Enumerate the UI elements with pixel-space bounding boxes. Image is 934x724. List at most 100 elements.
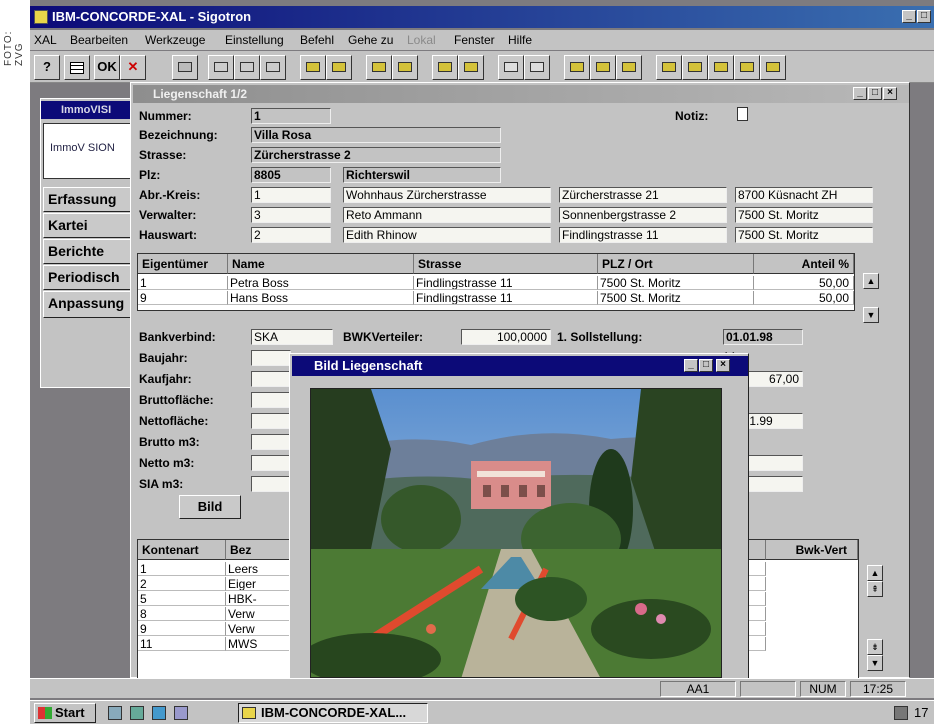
popup-close-button[interactable]: × <box>716 359 730 372</box>
field-verwalter[interactable]: 3 <box>251 207 331 223</box>
field-baujahr[interactable] <box>251 350 291 366</box>
owners-cell[interactable]: Petra Boss <box>228 276 414 290</box>
owners-cell[interactable]: Hans Boss <box>228 291 414 305</box>
field-sollstellung[interactable]: 01.01.98 <box>723 329 803 345</box>
search-icon[interactable] <box>682 55 708 80</box>
tab-anpassung[interactable]: Anpassung <box>43 291 139 318</box>
konten-header-kontenart[interactable]: Kontenart <box>138 540 226 560</box>
cut-icon[interactable] <box>208 55 234 80</box>
duplicate-record-icon[interactable] <box>616 55 642 80</box>
field-bruttoflaeche[interactable] <box>251 392 291 408</box>
owners-cell[interactable]: 7500 St. Moritz <box>598 291 754 305</box>
owners-header-anteil[interactable]: Anteil % <box>754 254 854 274</box>
field-hauswart[interactable]: 2 <box>251 227 331 243</box>
menu-gehe-zu[interactable]: Gehe zu <box>348 30 393 50</box>
field-nettoflaeche[interactable] <box>251 413 291 429</box>
previous-record-icon[interactable] <box>326 55 352 80</box>
first-record-icon[interactable] <box>300 55 326 80</box>
quicklaunch-icon[interactable] <box>152 706 166 720</box>
insert-row-icon[interactable] <box>498 55 524 80</box>
konten-cell[interactable]: 1 <box>138 562 226 576</box>
owners-header-eigentuemer[interactable]: Eigentümer <box>138 254 228 274</box>
konten-cell[interactable]: 9 <box>138 622 226 636</box>
field-hauswart-ort[interactable]: 7500 St. Moritz <box>735 227 873 243</box>
menu-einstellung[interactable]: Einstellung <box>225 30 284 50</box>
field-nummer[interactable]: 1 <box>251 108 331 124</box>
ok-button[interactable]: OK <box>94 55 120 80</box>
field-verwalter-name[interactable]: Reto Ammann <box>343 207 551 223</box>
delete-record-icon[interactable] <box>590 55 616 80</box>
field-kaufjahr[interactable] <box>251 371 291 387</box>
quicklaunch-icon[interactable] <box>108 706 122 720</box>
owners-cell[interactable]: 50,00 <box>754 291 854 305</box>
field-ort[interactable]: Richterswil <box>343 167 501 183</box>
undo-icon[interactable] <box>172 55 198 80</box>
next-record-icon[interactable] <box>366 55 392 80</box>
owners-cell[interactable]: 1 <box>138 276 228 290</box>
minimize-button[interactable]: _ <box>902 10 916 23</box>
form-maximize-button[interactable]: □ <box>868 87 882 100</box>
menu-bearbeiten[interactable]: Bearbeiten <box>70 30 128 50</box>
owners-cell[interactable]: Findlingstrasse 11 <box>414 291 598 305</box>
form-close-button[interactable]: × <box>883 87 897 100</box>
field-plz[interactable]: 8805 <box>251 167 331 183</box>
field-abr-name[interactable]: Wohnhaus Zürcherstrasse <box>343 187 551 203</box>
konten-cell[interactable]: 2 <box>138 577 226 591</box>
tab-erfassung[interactable]: Erfassung <box>43 187 139 212</box>
delete-row-icon[interactable] <box>524 55 550 80</box>
owners-header-name[interactable]: Name <box>228 254 414 274</box>
menu-befehl[interactable]: Befehl <box>300 30 334 50</box>
konten-cell[interactable]: 11 <box>138 637 226 651</box>
taskbar-app-button[interactable]: IBM-CONCORDE-XAL... <box>238 703 428 723</box>
tab-berichte[interactable]: Berichte <box>43 239 139 264</box>
konten-scroll-down-icon[interactable]: ▼ <box>867 655 883 671</box>
owners-cell[interactable]: 7500 St. Moritz <box>598 276 754 290</box>
page-up-icon[interactable] <box>432 55 458 80</box>
konten-header-bwk-vert[interactable]: Bwk-Vert <box>766 540 858 560</box>
form-minimize-button[interactable]: _ <box>853 87 867 100</box>
konten-page-down-icon[interactable]: ⇟ <box>867 639 883 655</box>
field-verwalter-strasse[interactable]: Sonnenbergstrasse 2 <box>559 207 727 223</box>
owners-cell[interactable]: 9 <box>138 291 228 305</box>
maximize-button[interactable]: □ <box>917 10 931 23</box>
help-button[interactable]: ? <box>34 55 60 80</box>
konten-scroll-up-icon[interactable]: ▲ <box>867 565 883 581</box>
filter-icon[interactable] <box>734 55 760 80</box>
owners-header-plz-ort[interactable]: PLZ / Ort <box>598 254 754 274</box>
menu-werkzeuge[interactable]: Werkzeuge <box>145 30 205 50</box>
table-icon[interactable] <box>64 55 90 80</box>
menu-hilfe[interactable]: Hilfe <box>508 30 532 50</box>
owners-cell[interactable]: 50,00 <box>754 276 854 290</box>
open-folder-icon[interactable] <box>656 55 682 80</box>
quicklaunch-icon[interactable] <box>130 706 144 720</box>
start-button[interactable]: Start <box>34 703 96 723</box>
field-abr-kreis[interactable]: 1 <box>251 187 331 203</box>
field-bezeichnung[interactable]: Villa Rosa <box>251 127 501 143</box>
new-record-icon[interactable] <box>564 55 590 80</box>
page-down-icon[interactable] <box>458 55 484 80</box>
note-icon[interactable] <box>737 107 748 121</box>
field-hauswart-name[interactable]: Edith Rhinow <box>343 227 551 243</box>
bild-button[interactable]: Bild <box>179 495 241 519</box>
owners-cell[interactable]: Findlingstrasse 11 <box>414 276 598 290</box>
owners-scroll-up-icon[interactable]: ▲ <box>863 273 879 289</box>
field-brutto-m3[interactable] <box>251 434 291 450</box>
field-abr-strasse[interactable]: Zürcherstrasse 21 <box>559 187 727 203</box>
konten-cell[interactable]: 8 <box>138 607 226 621</box>
field-bankverbind[interactable]: SKA <box>251 329 333 345</box>
tab-kartei[interactable]: Kartei <box>43 213 139 238</box>
last-record-icon[interactable] <box>392 55 418 80</box>
field-strasse[interactable]: Zürcherstrasse 2 <box>251 147 501 163</box>
quicklaunch-icon[interactable] <box>174 706 188 720</box>
cancel-button[interactable]: ✕ <box>120 55 146 80</box>
tray-icon[interactable] <box>894 706 908 720</box>
popup-minimize-button[interactable]: _ <box>684 359 698 372</box>
owners-scroll-down-icon[interactable]: ▼ <box>863 307 879 323</box>
field-sia-m3[interactable] <box>251 476 291 492</box>
menu-xal[interactable]: XAL <box>34 30 57 50</box>
edit-icon[interactable] <box>708 55 734 80</box>
copy-icon[interactable] <box>234 55 260 80</box>
field-bwk-verteiler[interactable]: 100,0000 <box>461 329 551 345</box>
popup-maximize-button[interactable]: □ <box>699 359 713 372</box>
menu-lokal[interactable]: Lokal <box>407 30 436 50</box>
